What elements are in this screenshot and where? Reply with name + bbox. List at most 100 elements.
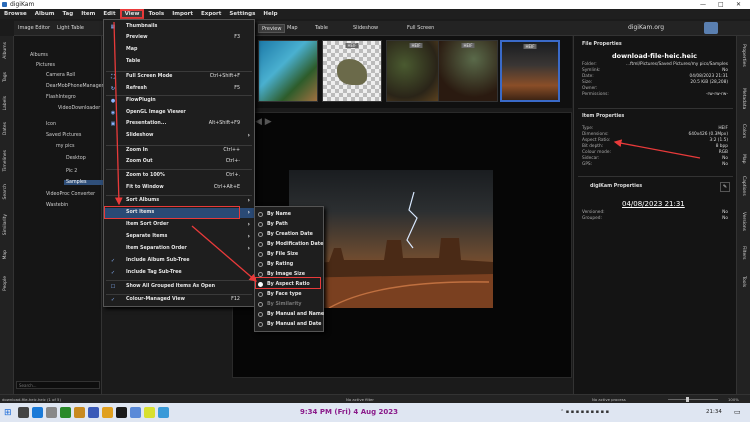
menu-edit[interactable]: Edit xyxy=(99,9,119,19)
minimize-button[interactable]: — xyxy=(700,0,706,9)
album-node[interactable]: Pictures xyxy=(36,63,55,68)
album-node[interactable]: Desktop xyxy=(66,156,86,161)
zoom-slider[interactable] xyxy=(668,399,718,400)
taskbar-digikam-icon[interactable] xyxy=(144,407,155,418)
menu-item-refresh[interactable]: ↻ Refresh F5 xyxy=(104,84,254,94)
thumbnail[interactable]: HEIF xyxy=(322,40,382,102)
tab-metadata[interactable]: Metadata xyxy=(741,88,746,109)
menu-item-include-album-subtree[interactable]: ✓ Include Album Sub-Tree xyxy=(104,256,254,266)
windows-start-icon[interactable]: ⊞ xyxy=(4,408,12,418)
notification-icon[interactable]: ▭ xyxy=(734,408,741,416)
menu-item-fit-to-window[interactable]: Fit to Window Ctrl+Alt+E xyxy=(104,183,254,193)
preview-button[interactable]: Preview xyxy=(258,24,286,33)
thumbnail[interactable] xyxy=(258,40,318,102)
tray-icons[interactable]: ⌃ ▪ ▪ ▪ ▪ ▪ ▪ ▪ ▪ ▪ xyxy=(560,409,609,415)
menu-item-sort-albums[interactable]: Sort Albums › xyxy=(104,196,254,206)
tab-timelines[interactable]: Timelines xyxy=(3,150,8,171)
menu-item-thumbnails[interactable]: ▦ Thumbnails xyxy=(104,22,254,32)
menu-item-item-sort-order[interactable]: Item Sort Order › xyxy=(104,220,254,230)
menu-import[interactable]: Import xyxy=(168,9,197,19)
album-node-selected[interactable]: Samples xyxy=(64,180,103,185)
menu-item-flowplugin[interactable]: ● FlowPlugin xyxy=(104,96,254,106)
menu-item-slideshow[interactable]: Slideshow › xyxy=(104,131,254,141)
album-node[interactable]: my pics xyxy=(56,144,75,149)
taskbar-app-icon[interactable] xyxy=(102,407,113,418)
menu-browse[interactable]: Browse xyxy=(0,9,31,19)
menu-item-opengl-viewer[interactable]: ◉ OpenGL Image Viewer xyxy=(104,108,254,118)
slideshow-button[interactable]: Slideshow xyxy=(350,24,381,33)
menu-item-include-tag-subtree[interactable]: ✓ Include Tag Sub-Tree xyxy=(104,268,254,278)
menu-item-table[interactable]: Table xyxy=(104,57,254,67)
menu-item-preview[interactable]: Preview F3 xyxy=(104,33,254,43)
right-header-link[interactable]: digiKam.org xyxy=(628,24,664,31)
tab-dates[interactable]: Dates xyxy=(3,122,8,135)
menu-settings[interactable]: Settings xyxy=(225,9,259,19)
taskbar-app-icon[interactable] xyxy=(60,407,71,418)
full-screen-button[interactable]: Full Screen xyxy=(404,24,437,33)
menu-item-zoom-in[interactable]: Zoom In Ctrl++ xyxy=(104,146,254,156)
menu-item-map[interactable]: Map xyxy=(104,45,254,55)
digikam-properties-header[interactable]: digiKam Properties xyxy=(590,184,642,189)
image-editor-button[interactable]: Image Editor xyxy=(15,24,53,33)
menu-tag[interactable]: Tag xyxy=(59,9,78,19)
zoom-slider-handle[interactable] xyxy=(686,397,689,402)
menu-item-zoom-out[interactable]: Zoom Out Ctrl+- xyxy=(104,157,254,167)
menu-item-full-screen[interactable]: ⛶ Full Screen Mode Ctrl+Shift+F xyxy=(104,72,254,82)
thumbnail[interactable]: HEIF xyxy=(438,40,498,102)
file-properties-header[interactable]: File Properties xyxy=(582,42,622,47)
tab-labels[interactable]: Labels xyxy=(3,96,8,110)
close-button[interactable]: ✕ xyxy=(736,0,741,9)
menu-item-presentation[interactable]: ▣ Presentation... Alt+Shift+F9 xyxy=(104,119,254,129)
menu-item[interactable]: Item xyxy=(77,9,99,19)
tab-albums[interactable]: Albums xyxy=(3,42,8,59)
taskbar-app-icon[interactable] xyxy=(130,407,141,418)
menu-help[interactable]: Help xyxy=(259,9,281,19)
album-node[interactable]: VideoDownloader xyxy=(58,106,100,111)
taskbar-app-icon[interactable] xyxy=(46,407,57,418)
taskbar-app-icon[interactable] xyxy=(116,407,127,418)
tab-filters[interactable]: Filters xyxy=(741,246,746,260)
menu-item-zoom-100[interactable]: Zoom to 100% Ctrl+. xyxy=(104,171,254,181)
album-node[interactable]: Pic 2 xyxy=(66,169,77,174)
tab-map[interactable]: Map xyxy=(741,154,746,164)
maximize-button[interactable]: □ xyxy=(718,0,724,9)
taskbar-app-icon[interactable] xyxy=(32,407,43,418)
menu-item-show-grouped-open[interactable]: ☐ Show All Grouped Items As Open xyxy=(104,282,254,292)
thumbnail[interactable]: HEIF xyxy=(386,40,446,102)
tab-captions[interactable]: Captions xyxy=(741,176,746,196)
clock[interactable]: 21:34 xyxy=(706,409,722,415)
tab-versions[interactable]: Versions xyxy=(741,212,746,231)
tab-people[interactable]: People xyxy=(3,276,8,291)
tab-tags[interactable]: Tags xyxy=(3,72,8,82)
taskbar-app-icon[interactable] xyxy=(88,407,99,418)
tab-map[interactable]: Map xyxy=(3,250,8,260)
light-table-button[interactable]: Light Table xyxy=(54,24,87,33)
map-button[interactable]: Map xyxy=(284,24,301,33)
album-node[interactable]: Camera Roll xyxy=(46,73,75,78)
table-button[interactable]: Table xyxy=(312,24,331,33)
menu-item-colour-managed-view[interactable]: ✓ Colour-Managed View F12 xyxy=(104,295,254,305)
tab-similarity[interactable]: Similarity xyxy=(3,214,8,235)
tab-tools[interactable]: Tools xyxy=(741,276,746,287)
menu-album[interactable]: Album xyxy=(31,9,59,19)
menu-tools[interactable]: Tools xyxy=(144,9,168,19)
edit-icon[interactable]: ✎ xyxy=(720,182,730,192)
album-node[interactable]: Wastebin xyxy=(46,203,68,208)
album-search-input[interactable]: Search... xyxy=(16,381,100,389)
menu-item-separate-items[interactable]: Separate Items › xyxy=(104,232,254,242)
tab-properties[interactable]: Properties xyxy=(741,44,746,67)
menu-export[interactable]: Export xyxy=(197,9,225,19)
album-node[interactable]: Icon xyxy=(46,122,56,127)
tab-search[interactable]: Search xyxy=(3,184,8,199)
item-properties-header[interactable]: Item Properties xyxy=(582,114,624,119)
album-node[interactable]: Saved Pictures xyxy=(46,133,81,138)
nav-prev-icon[interactable]: ◀ ▶ xyxy=(255,117,272,127)
album-node[interactable]: DearMobPhoneManager xyxy=(46,84,104,89)
album-node[interactable]: VideoProc Converter xyxy=(46,192,95,197)
thumbnail-selected[interactable]: HEIF xyxy=(500,40,560,102)
taskbar-app-icon[interactable] xyxy=(158,407,169,418)
taskbar-app-icon[interactable] xyxy=(74,407,85,418)
sort-by-manual-and-date[interactable]: By Manual and Date xyxy=(255,319,323,330)
taskbar-app-icon[interactable] xyxy=(18,407,29,418)
menu-item-separation-order[interactable]: Item Separation Order › xyxy=(104,244,254,254)
